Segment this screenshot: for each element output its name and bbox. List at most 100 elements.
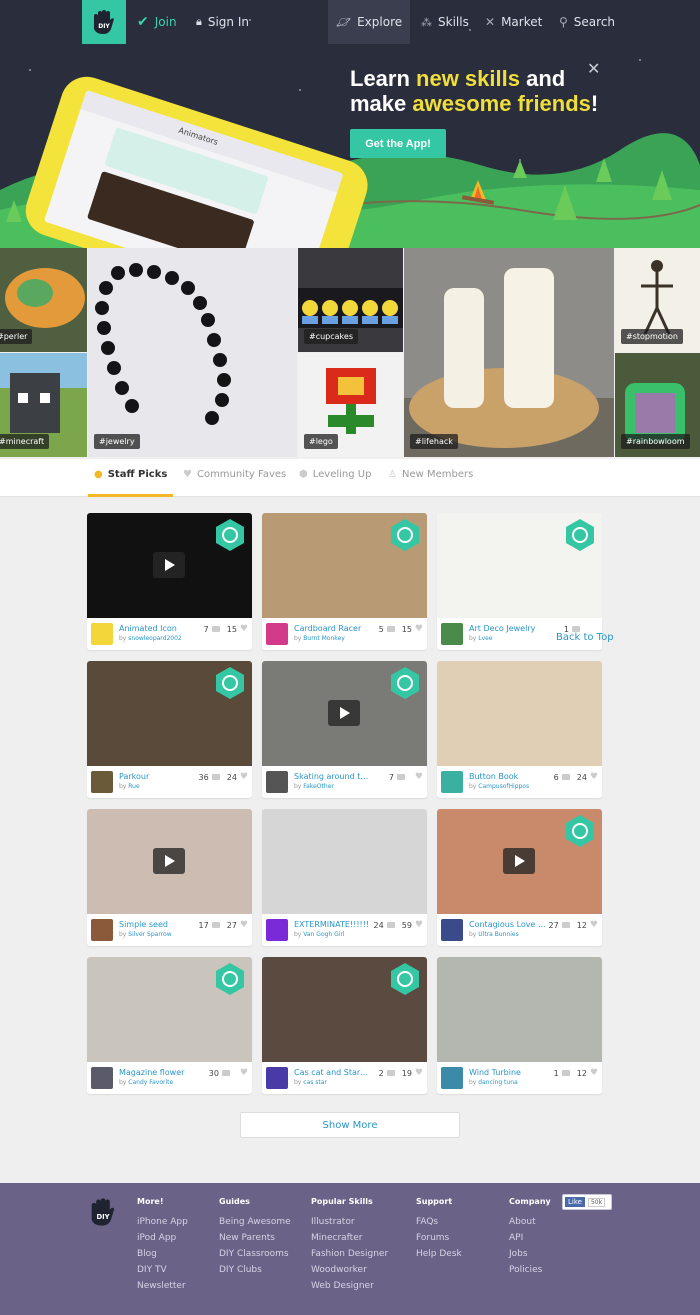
card-author[interactable]: by dancing tuna bbox=[469, 1079, 518, 1086]
avatar[interactable] bbox=[441, 771, 463, 793]
author-name[interactable]: Silver Sparrow bbox=[128, 931, 171, 938]
card-author[interactable]: by CampusofHippos bbox=[469, 783, 529, 790]
tab-staff-picks[interactable]: ● Staff Picks bbox=[88, 469, 174, 497]
comment-icon[interactable] bbox=[386, 922, 395, 928]
avatar[interactable] bbox=[91, 623, 113, 645]
footer-link[interactable]: Being Awesome bbox=[219, 1214, 291, 1230]
heart-icon[interactable]: ♥ bbox=[240, 772, 248, 782]
heart-icon[interactable]: ♥ bbox=[415, 624, 423, 634]
tile-perler[interactable]: #perler bbox=[0, 248, 87, 352]
author-name[interactable]: Van Gogh Girl bbox=[303, 931, 344, 938]
heart-icon[interactable]: ♥ bbox=[415, 772, 423, 782]
avatar[interactable] bbox=[91, 771, 113, 793]
project-card[interactable]: Parkour by Rue 36 24 ♥ bbox=[87, 661, 252, 798]
nav-search[interactable]: ⚲ Search bbox=[559, 0, 615, 44]
card-author[interactable]: by Silver Sparrow bbox=[119, 931, 172, 938]
author-name[interactable]: Burnt Monkey bbox=[303, 635, 345, 642]
footer-link[interactable]: Newsletter bbox=[137, 1278, 188, 1294]
comment-icon[interactable] bbox=[211, 626, 220, 632]
tile-minecraft[interactable]: #minecraft bbox=[0, 353, 87, 457]
tile-lego[interactable]: #lego bbox=[298, 353, 403, 457]
card-title[interactable]: Contagious Love … bbox=[469, 920, 559, 929]
tile-lifehack[interactable]: #lifehack bbox=[404, 248, 614, 457]
comment-icon[interactable] bbox=[386, 626, 395, 632]
card-author[interactable]: by cas star bbox=[294, 1079, 327, 1086]
nav-skills[interactable]: ⁂ Skills bbox=[421, 0, 469, 44]
footer-logo[interactable]: DIY bbox=[86, 1195, 120, 1229]
footer-link[interactable]: Minecrafter bbox=[311, 1230, 388, 1246]
footer-link[interactable]: Fashion Designer bbox=[311, 1246, 388, 1262]
comment-icon[interactable] bbox=[386, 1070, 395, 1076]
nav-market[interactable]: ✕ Market bbox=[485, 0, 542, 44]
project-image[interactable] bbox=[437, 661, 602, 766]
card-title[interactable]: Cas cat and Star… bbox=[294, 1068, 384, 1077]
card-author[interactable]: by Burnt Monkey bbox=[294, 635, 345, 642]
author-name[interactable]: Rue bbox=[128, 783, 139, 790]
play-icon[interactable] bbox=[328, 700, 360, 726]
avatar[interactable] bbox=[441, 623, 463, 645]
card-title[interactable]: EXTERMINATE!!!!!! bbox=[294, 920, 384, 929]
card-title[interactable]: Button Book bbox=[469, 772, 559, 781]
project-card[interactable]: Skating around t… by FakeOther 7 ♥ bbox=[262, 661, 427, 798]
card-title[interactable]: Magazine flower bbox=[119, 1068, 209, 1077]
card-title[interactable]: Art Deco Jewelry bbox=[469, 624, 559, 633]
close-icon[interactable]: ✕ bbox=[587, 59, 600, 78]
tile-jewelry[interactable]: #jewelry bbox=[88, 248, 297, 457]
footer-link[interactable]: DIY TV bbox=[137, 1262, 188, 1278]
project-card[interactable]: Wind Turbine by dancing tuna 1 12 ♥ bbox=[437, 957, 602, 1094]
footer-link[interactable]: FAQs bbox=[416, 1214, 462, 1230]
card-author[interactable]: by FakeOther bbox=[294, 783, 334, 790]
footer-link[interactable]: API bbox=[509, 1230, 551, 1246]
footer-link[interactable]: Jobs bbox=[509, 1246, 551, 1262]
avatar[interactable] bbox=[266, 919, 288, 941]
author-name[interactable]: Lvee bbox=[478, 635, 492, 642]
heart-icon[interactable]: ♥ bbox=[240, 624, 248, 634]
card-title[interactable]: Parkour bbox=[119, 772, 209, 781]
heart-icon[interactable]: ♥ bbox=[240, 920, 248, 930]
card-author[interactable]: by Candy Favorite bbox=[119, 1079, 173, 1086]
comment-icon[interactable] bbox=[396, 774, 405, 780]
project-card[interactable]: Magazine flower by Candy Favorite 30 ♥ bbox=[87, 957, 252, 1094]
avatar[interactable] bbox=[441, 919, 463, 941]
avatar[interactable] bbox=[91, 1067, 113, 1089]
heart-icon[interactable]: ♥ bbox=[415, 920, 423, 930]
author-name[interactable]: dancing tuna bbox=[478, 1079, 517, 1086]
comment-icon[interactable] bbox=[561, 1070, 570, 1076]
heart-icon[interactable]: ♥ bbox=[590, 1068, 598, 1078]
comment-icon[interactable] bbox=[561, 774, 570, 780]
footer-link[interactable]: Web Designer bbox=[311, 1278, 388, 1294]
play-icon[interactable] bbox=[153, 552, 185, 578]
project-card[interactable]: Cardboard Racer by Burnt Monkey 5 15 ♥ bbox=[262, 513, 427, 650]
play-icon[interactable] bbox=[503, 848, 535, 874]
avatar[interactable] bbox=[266, 1067, 288, 1089]
card-title[interactable]: Animated Icon bbox=[119, 624, 209, 633]
footer-link[interactable]: DIY Classrooms bbox=[219, 1246, 291, 1262]
project-card[interactable]: Animated Icon by snowleopard2002 7 15 ♥ bbox=[87, 513, 252, 650]
comment-icon[interactable] bbox=[221, 1070, 230, 1076]
facebook-like-button[interactable]: Like 50k bbox=[562, 1194, 612, 1210]
tab-community-faves[interactable]: ♥ Community Faves bbox=[183, 469, 286, 497]
footer-link[interactable]: iPod App bbox=[137, 1230, 188, 1246]
play-icon[interactable] bbox=[153, 848, 185, 874]
author-name[interactable]: FakeOther bbox=[303, 783, 334, 790]
heart-icon[interactable]: ♥ bbox=[590, 772, 598, 782]
author-name[interactable]: snowleopard2002 bbox=[128, 635, 181, 642]
author-name[interactable]: CampusofHippos bbox=[478, 783, 529, 790]
footer-link[interactable]: Blog bbox=[137, 1246, 188, 1262]
footer-link[interactable]: About bbox=[509, 1214, 551, 1230]
tile-stopmotion[interactable]: #stopmotion bbox=[615, 248, 700, 352]
heart-icon[interactable]: ♥ bbox=[590, 920, 598, 930]
project-card[interactable]: EXTERMINATE!!!!!! by Van Gogh Girl 24 59 ♥ bbox=[262, 809, 427, 946]
footer-link[interactable]: iPhone App bbox=[137, 1214, 188, 1230]
project-card[interactable]: Button Book by CampusofHippos 6 24 ♥ bbox=[437, 661, 602, 798]
card-title[interactable]: Wind Turbine bbox=[469, 1068, 559, 1077]
author-name[interactable]: cas star bbox=[303, 1079, 327, 1086]
get-app-button[interactable]: Get the App! bbox=[350, 129, 446, 158]
avatar[interactable] bbox=[91, 919, 113, 941]
footer-link[interactable]: DIY Clubs bbox=[219, 1262, 291, 1278]
sign-in-link[interactable]: 🔒︎ Sign In bbox=[196, 0, 249, 44]
comment-icon[interactable] bbox=[211, 774, 220, 780]
footer-link[interactable]: New Parents bbox=[219, 1230, 291, 1246]
card-author[interactable]: by Van Gogh Girl bbox=[294, 931, 345, 938]
footer-link[interactable]: Illustrator bbox=[311, 1214, 388, 1230]
